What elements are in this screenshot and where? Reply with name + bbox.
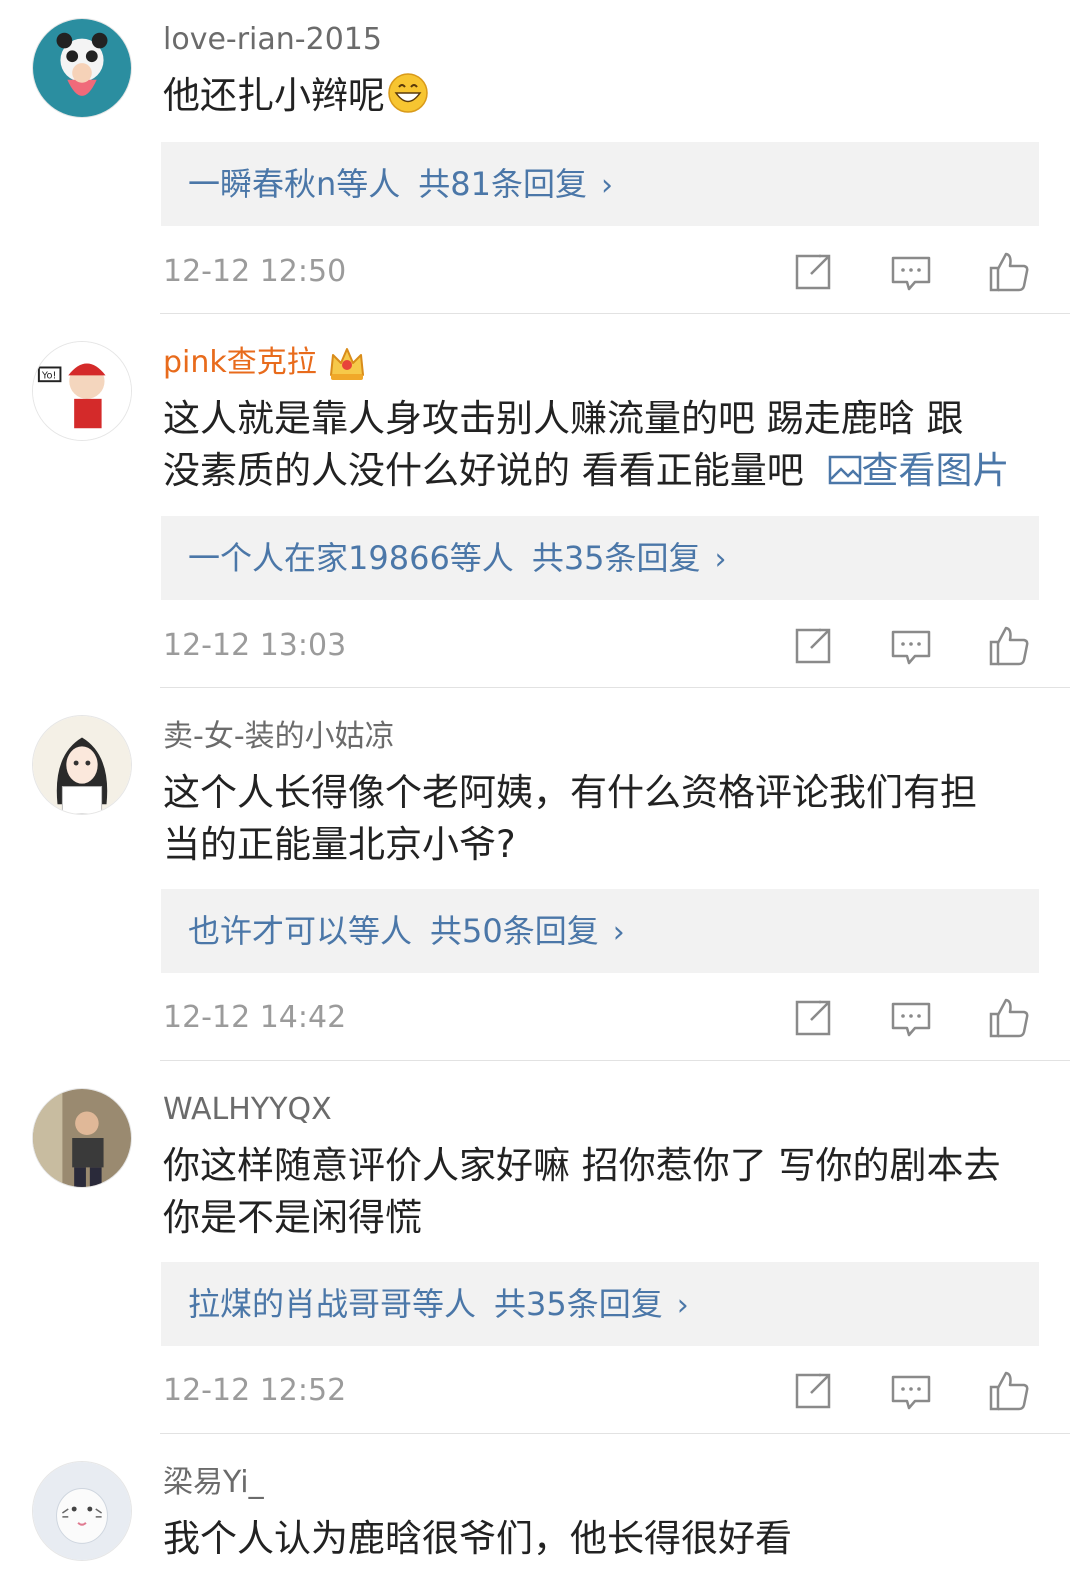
reply-count: 共50条回复 xyxy=(430,912,599,950)
share-icon[interactable] xyxy=(791,624,835,668)
comment-text: 你这样随意评价人家好嘛 招你惹你了 写你的剧本去 你是不是闲得慌 xyxy=(163,1140,1043,1244)
comment-text: 我个人认为鹿晗很爷们，他长得很好看 xyxy=(163,1513,1043,1565)
timestamp: 12-12 13:03 xyxy=(163,628,347,663)
share-icon[interactable] xyxy=(791,250,835,294)
comment-text-line: 你是不是闲得慌 xyxy=(163,1196,422,1239)
thumbs-up-icon[interactable] xyxy=(987,624,1031,668)
comment-text-body: 他还扎小辫呢 xyxy=(163,74,385,117)
divider xyxy=(160,687,1070,688)
chevron-right-icon: › xyxy=(676,1288,689,1323)
crown-badge-icon xyxy=(327,345,367,383)
divider xyxy=(160,313,1070,314)
timestamp: 12-12 14:42 xyxy=(163,1000,347,1035)
comment-text-line: 这个人长得像个老阿姨，有什么资格评论我们有担 xyxy=(163,771,977,814)
comment-icon[interactable] xyxy=(889,1369,933,1413)
avatar[interactable]: Yo! xyxy=(32,341,132,441)
view-image-link[interactable]: 查看图片 xyxy=(816,449,1010,492)
grinning-emoji-icon xyxy=(387,72,429,114)
username[interactable]: pink查克拉 xyxy=(163,343,367,383)
avatar[interactable] xyxy=(32,18,132,118)
view-image-label: 查看图片 xyxy=(861,449,1010,492)
comment-text-line: 当的正能量北京小爷? xyxy=(163,823,516,866)
username[interactable]: WALHYYQX xyxy=(163,1090,332,1130)
reply-names: 也许才可以等人 xyxy=(188,912,413,950)
comment-text-line: 我个人认为鹿晗很爷们，他长得很好看 xyxy=(163,1517,792,1560)
reply-names: 拉煤的肖战哥哥等人 xyxy=(188,1285,477,1323)
comment-text-line: 这人就是靠人身攻击别人赚流量的吧 踢走鹿晗 跟 xyxy=(163,397,964,440)
avatar[interactable] xyxy=(32,715,132,815)
thumbs-up-icon[interactable] xyxy=(987,250,1031,294)
username[interactable]: love-rian-2015 xyxy=(163,20,382,60)
comment-text: 他还扎小辫呢 xyxy=(163,70,1043,122)
reply-count: 共81条回复 xyxy=(418,165,588,203)
chevron-right-icon: › xyxy=(601,168,614,203)
username[interactable]: 卖-女-装的小姑凉 xyxy=(163,717,395,757)
divider xyxy=(160,1060,1070,1061)
comment-meta: 12-12 13:03 xyxy=(161,616,1041,676)
comment-text-body: 没素质的人没什么好说的 看看正能量吧 xyxy=(163,449,816,492)
share-icon[interactable] xyxy=(791,1369,835,1413)
reply-names: 一个人在家19866等人 xyxy=(188,539,514,577)
username-text: pink查克拉 xyxy=(163,345,317,380)
share-icon[interactable] xyxy=(791,996,835,1040)
username[interactable]: 梁易Yi_ xyxy=(163,1463,264,1503)
comment-meta: 12-12 12:52 xyxy=(161,1361,1041,1421)
comment-text-line: 没素质的人没什么好说的 看看正能量吧 查看图片 xyxy=(163,445,1043,497)
comment-icon[interactable] xyxy=(889,624,933,668)
avatar[interactable] xyxy=(32,1088,132,1188)
comment-meta: 12-12 14:42 xyxy=(161,988,1041,1048)
chevron-right-icon: › xyxy=(612,915,625,950)
replies-summary[interactable]: 拉煤的肖战哥哥等人 共35条回复 › xyxy=(161,1262,1039,1346)
chevron-right-icon: › xyxy=(714,542,727,577)
image-icon xyxy=(828,447,862,485)
reply-names: 一瞬春秋n等人 xyxy=(188,165,401,203)
reply-count: 共35条回复 xyxy=(494,1285,663,1323)
timestamp: 12-12 12:50 xyxy=(163,254,347,289)
replies-summary[interactable]: 一瞬春秋n等人 共81条回复 › xyxy=(161,142,1039,226)
comment-text-line: 你这样随意评价人家好嘛 招你惹你了 写你的剧本去 xyxy=(163,1144,1001,1187)
replies-summary[interactable]: 一个人在家19866等人 共35条回复 › xyxy=(161,516,1039,600)
replies-summary[interactable]: 也许才可以等人 共50条回复 › xyxy=(161,889,1039,973)
comment-icon[interactable] xyxy=(889,250,933,294)
timestamp: 12-12 12:52 xyxy=(163,1373,347,1408)
divider xyxy=(160,1433,1070,1434)
avatar[interactable] xyxy=(32,1461,132,1561)
comment-icon[interactable] xyxy=(889,996,933,1040)
comment-text: 这人就是靠人身攻击别人赚流量的吧 踢走鹿晗 跟 没素质的人没什么好说的 看看正能… xyxy=(163,393,1043,497)
thumbs-up-icon[interactable] xyxy=(987,1369,1031,1413)
svg-text:Yo!: Yo! xyxy=(41,370,57,381)
comment-feed: love-rian-2015 他还扎小辫呢 一瞬春秋n等人 共81条回复 › 12-… xyxy=(0,0,1080,1582)
reply-count: 共35条回复 xyxy=(531,539,701,577)
comment-text: 这个人长得像个老阿姨，有什么资格评论我们有担 当的正能量北京小爷? xyxy=(163,767,1043,871)
comment-meta: 12-12 12:50 xyxy=(161,242,1041,302)
thumbs-up-icon[interactable] xyxy=(987,996,1031,1040)
